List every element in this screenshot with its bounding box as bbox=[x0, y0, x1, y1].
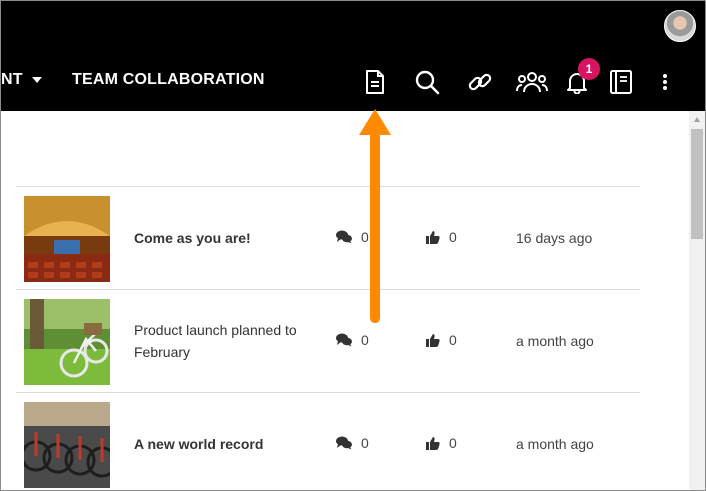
user-avatar[interactable] bbox=[664, 10, 696, 42]
scroll-up-arrow-icon[interactable] bbox=[694, 117, 700, 122]
post-thumbnail-bicycle-on-grass[interactable] bbox=[24, 299, 110, 385]
post-thumbnail-auditorium[interactable] bbox=[24, 196, 110, 282]
list-item[interactable]: Product launch planned to February 0 0 a… bbox=[16, 290, 640, 392]
comments-icon bbox=[336, 230, 352, 244]
nav-menu-previous[interactable]: NT bbox=[1, 71, 42, 89]
top-navigation-bar: NT TEAM COLLABORATION 1 bbox=[1, 1, 705, 111]
post-thumbnail-bicycle-rack[interactable] bbox=[24, 402, 110, 488]
notification-badge: 1 bbox=[578, 58, 600, 80]
post-date: a month ago bbox=[516, 333, 594, 349]
like-count: 0 bbox=[426, 435, 457, 451]
post-title[interactable]: Product launch planned to February bbox=[134, 319, 314, 363]
nav-menu-previous-label: NT bbox=[1, 71, 23, 88]
comments-icon bbox=[336, 436, 352, 450]
post-date: 16 days ago bbox=[516, 230, 593, 246]
people-icon[interactable] bbox=[515, 67, 549, 97]
post-date: a month ago bbox=[516, 436, 594, 452]
more-vertical-icon[interactable] bbox=[657, 67, 673, 97]
list-item[interactable]: A new world record 0 0 a month ago bbox=[16, 393, 640, 490]
document-icon[interactable] bbox=[360, 67, 390, 97]
nav-team-collaboration[interactable]: TEAM COLLABORATION bbox=[72, 71, 265, 89]
post-title[interactable]: A new world record bbox=[134, 433, 263, 455]
scrollbar-thumb[interactable] bbox=[691, 129, 703, 239]
book-icon[interactable] bbox=[606, 67, 636, 97]
thumbs-up-icon bbox=[426, 437, 440, 450]
annotation-arrow bbox=[359, 109, 391, 323]
thumbs-up-icon bbox=[426, 231, 440, 244]
comments-icon bbox=[336, 333, 352, 347]
post-title[interactable]: Come as you are! bbox=[134, 227, 251, 249]
thumbs-up-icon bbox=[426, 334, 440, 347]
like-count: 0 bbox=[426, 332, 457, 348]
like-count: 0 bbox=[426, 229, 457, 245]
list-item[interactable]: Come as you are! 0 0 16 days ago bbox=[16, 187, 640, 289]
chevron-down-icon bbox=[31, 76, 42, 83]
link-icon[interactable] bbox=[465, 67, 495, 97]
search-icon[interactable] bbox=[412, 67, 442, 97]
comment-count: 0 bbox=[336, 332, 369, 348]
comment-count: 0 bbox=[336, 435, 369, 451]
app-window: NT TEAM COLLABORATION 1 Come as you are!… bbox=[0, 0, 706, 491]
